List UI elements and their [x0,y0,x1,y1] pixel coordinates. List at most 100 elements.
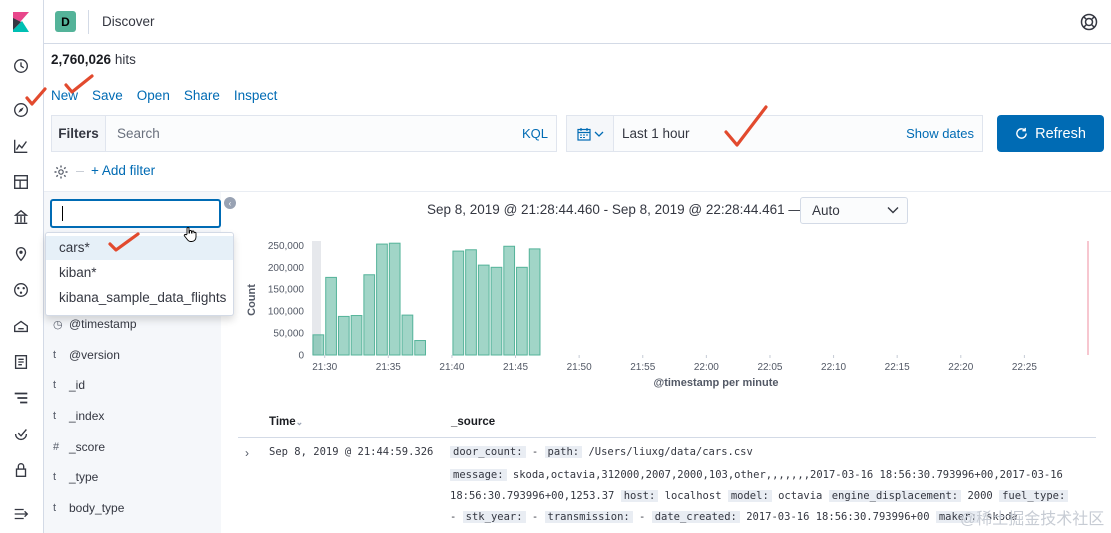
source-field-key: transmission: [544,511,633,523]
row-timestamp: Sep 8, 2019 @ 21:44:59.326 [269,446,434,458]
visualize-chart-icon[interactable] [11,136,31,156]
source-field-value: 2000 [961,490,1000,502]
search-input[interactable]: Search [117,126,160,141]
field-item[interactable]: # _score [53,440,105,454]
annotation-checkmark [108,232,140,252]
apm-icon[interactable] [11,388,31,408]
space-avatar[interactable]: D [55,11,76,32]
save-button[interactable]: Save [92,88,123,103]
x-tick-label: 22:05 [757,362,782,373]
column-header-time[interactable]: Time⌄ [269,416,303,428]
open-button[interactable]: Open [137,88,170,103]
source-line: door_count: - path: /Users/liuxg/data/ca… [450,446,1090,458]
inspect-button[interactable]: Inspect [234,88,278,103]
refresh-button[interactable]: Refresh [997,115,1104,152]
field-item[interactable]: t _id [53,378,85,392]
hits-counter: 2,760,026 hits [51,52,136,67]
field-item[interactable]: t _index [53,409,104,423]
source-field-value: - [632,511,652,523]
index-option[interactable]: kibana_sample_data_flights [46,286,233,310]
source-field-key: path: [544,446,583,458]
field-name: @timestamp [69,317,137,331]
y-tick-label: 200,000 [268,263,305,274]
source-field-key: door_count: [450,446,526,458]
field-name: _index [69,409,105,423]
share-button[interactable]: Share [184,88,220,103]
y-tick-label: 50,000 [273,329,304,340]
field-name: body_type [69,501,125,515]
show-dates-link[interactable]: Show dates [906,126,974,141]
ml-icon[interactable] [11,280,31,300]
infrastructure-icon[interactable] [11,316,31,336]
refresh-label: Refresh [1035,125,1086,142]
gear-icon[interactable] [53,164,69,180]
sort-arrow-icon[interactable]: ⌄ [296,417,304,427]
time-range-value[interactable]: Last 1 hour [622,126,690,141]
x-tick-label: 21:50 [567,362,592,373]
histogram-bar [337,315,350,356]
refresh-icon [1016,127,1027,139]
histogram-bar [414,340,426,356]
source-line: 18:56:30.793996+00,1253.37 host: localho… [450,490,1090,502]
interval-select[interactable]: Auto [800,197,908,224]
kql-toggle[interactable]: KQL [522,126,548,141]
query-bar[interactable]: Filters Search KQL [51,115,557,152]
y-tick-label: 100,000 [268,307,305,318]
quick-menu-button[interactable] [567,116,614,151]
logs-icon[interactable] [11,352,31,372]
source-field-value: - [525,511,545,523]
header-divider [88,10,89,34]
histogram-bar [503,245,516,356]
histogram-chart[interactable]: 0 50,000 100,000 150,000 200,000 250,000 21:30… [240,238,1095,393]
collapse-sidebar-icon[interactable]: ‹ [224,197,236,209]
index-option[interactable]: kiban* [46,261,233,285]
x-tick-label: 21:45 [503,362,528,373]
y-tick-label: 250,000 [268,241,305,252]
recent-clock-icon[interactable] [11,56,31,76]
histogram-bar [376,243,388,356]
expand-nav-icon[interactable] [11,504,31,524]
add-filter-button[interactable]: + Add filter [76,163,155,178]
field-item[interactable]: ◷ @timestamp [53,317,137,331]
source-field-value: /Users/liuxg/data/cars.csv [582,446,753,458]
source-field-value: 18:56:30.793996+00,1253.37 [450,490,621,502]
field-item[interactable]: t @version [53,348,120,362]
maps-pin-icon[interactable] [11,244,31,264]
histogram-bar [312,334,325,356]
x-tick-label: 22:25 [1012,362,1037,373]
index-pattern-search-input[interactable] [50,199,221,228]
field-item[interactable]: t body_type [53,501,124,515]
field-type-icon: t [53,471,57,483]
kibana-logo-icon[interactable] [9,10,33,34]
histogram-bar [325,276,337,356]
annotation-checkmark [25,87,47,106]
field-type-icon: t [53,349,57,361]
help-lifebuoy-icon[interactable] [1079,12,1099,32]
hits-count: 2,760,026 [51,52,112,67]
field-item[interactable]: t _type [53,470,98,484]
source-field-value: - [525,446,545,458]
dashboard-icon[interactable] [11,172,31,192]
header-bar: D Discover [44,0,1111,44]
field-type-icon: t [53,379,57,391]
histogram-bar [350,315,363,356]
siem-lock-icon[interactable] [11,460,31,480]
histogram-bar [401,314,414,356]
filters-label: Filters [52,116,106,151]
source-field-value: 2017-03-16 18:56:30.793996+00 [739,511,936,523]
histogram-bar [388,242,401,356]
x-tick-label: 22:20 [948,362,973,373]
canvas-icon[interactable] [11,207,31,227]
divider [238,437,1096,438]
breadcrumb: Discover [102,14,155,29]
chevron-down-icon [887,207,899,214]
time-picker[interactable]: Last 1 hour Show dates [566,115,983,152]
annotation-checkmark [724,105,768,147]
expand-row-icon[interactable]: › [245,446,249,460]
y-tick-label: 150,000 [268,285,305,296]
x-axis-label: @timestamp per minute [653,377,778,389]
annotation-checkmark [64,74,94,94]
field-type-icon: ◷ [53,318,63,331]
uptime-icon[interactable] [11,424,31,444]
histogram-date-range: Sep 8, 2019 @ 21:28:44.460 - Sep 8, 2019… [427,202,802,217]
